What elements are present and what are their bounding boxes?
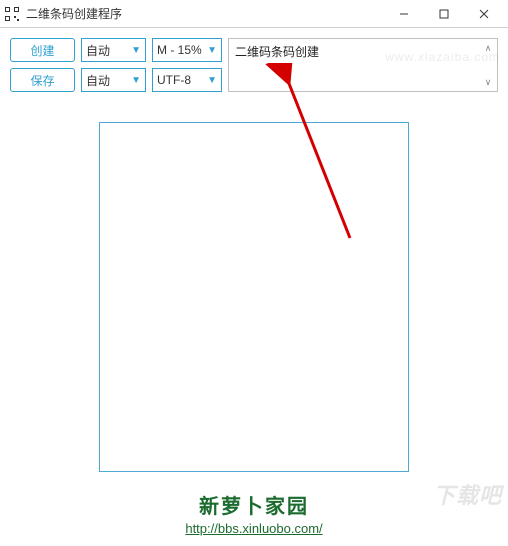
error-correction-value: M - 15% [157, 43, 202, 57]
controls-area: 创建 自动 ▼ M - 15% ▼ 保存 自动 ▼ UTF-8 ▼ [10, 38, 498, 92]
window-titlebar: 二维条码创建程序 [0, 0, 508, 28]
left-controls: 创建 自动 ▼ M - 15% ▼ 保存 自动 ▼ UTF-8 ▼ [10, 38, 222, 92]
size-dropdown[interactable]: 自动 ▼ [81, 38, 146, 62]
scroll-down-button[interactable]: ∨ [481, 75, 495, 89]
control-row-1: 创建 自动 ▼ M - 15% ▼ [10, 38, 222, 62]
chevron-down-icon: ▼ [131, 75, 141, 86]
text-input-area[interactable]: 二维码条码创建 ∧ ∨ [228, 38, 498, 92]
size-dropdown-value: 自动 [86, 42, 110, 59]
maximize-button[interactable] [424, 0, 464, 28]
control-row-2: 保存 自动 ▼ UTF-8 ▼ [10, 68, 222, 92]
encoding-dropdown-value: UTF-8 [157, 73, 191, 87]
scroll-up-button[interactable]: ∧ [481, 41, 495, 55]
encoding-dropdown[interactable]: UTF-8 ▼ [152, 68, 222, 92]
window-title: 二维条码创建程序 [26, 5, 384, 22]
error-correction-dropdown[interactable]: M - 15% ▼ [152, 38, 222, 62]
content-area: 创建 自动 ▼ M - 15% ▼ 保存 自动 ▼ UTF-8 ▼ [0, 28, 508, 546]
chevron-down-icon: ▼ [207, 45, 217, 56]
version-dropdown[interactable]: 自动 ▼ [81, 68, 146, 92]
close-button[interactable] [464, 0, 504, 28]
chevron-down-icon: ▼ [207, 75, 217, 86]
app-icon [4, 6, 20, 22]
footer-site-name: 新萝卜家园 [10, 490, 498, 519]
save-button[interactable]: 保存 [10, 68, 75, 92]
minimize-button[interactable] [384, 0, 424, 28]
create-button[interactable]: 创建 [10, 38, 75, 62]
chevron-down-icon: ▼ [131, 45, 141, 56]
footer-link[interactable]: http://bbs.xinluobo.com/ [10, 521, 498, 536]
window-controls [384, 0, 504, 28]
text-input-value: 二维码条码创建 [235, 43, 479, 60]
version-dropdown-value: 自动 [86, 72, 110, 89]
qrcode-preview [99, 122, 409, 472]
footer: 新萝卜家园 http://bbs.xinluobo.com/ [10, 490, 498, 536]
